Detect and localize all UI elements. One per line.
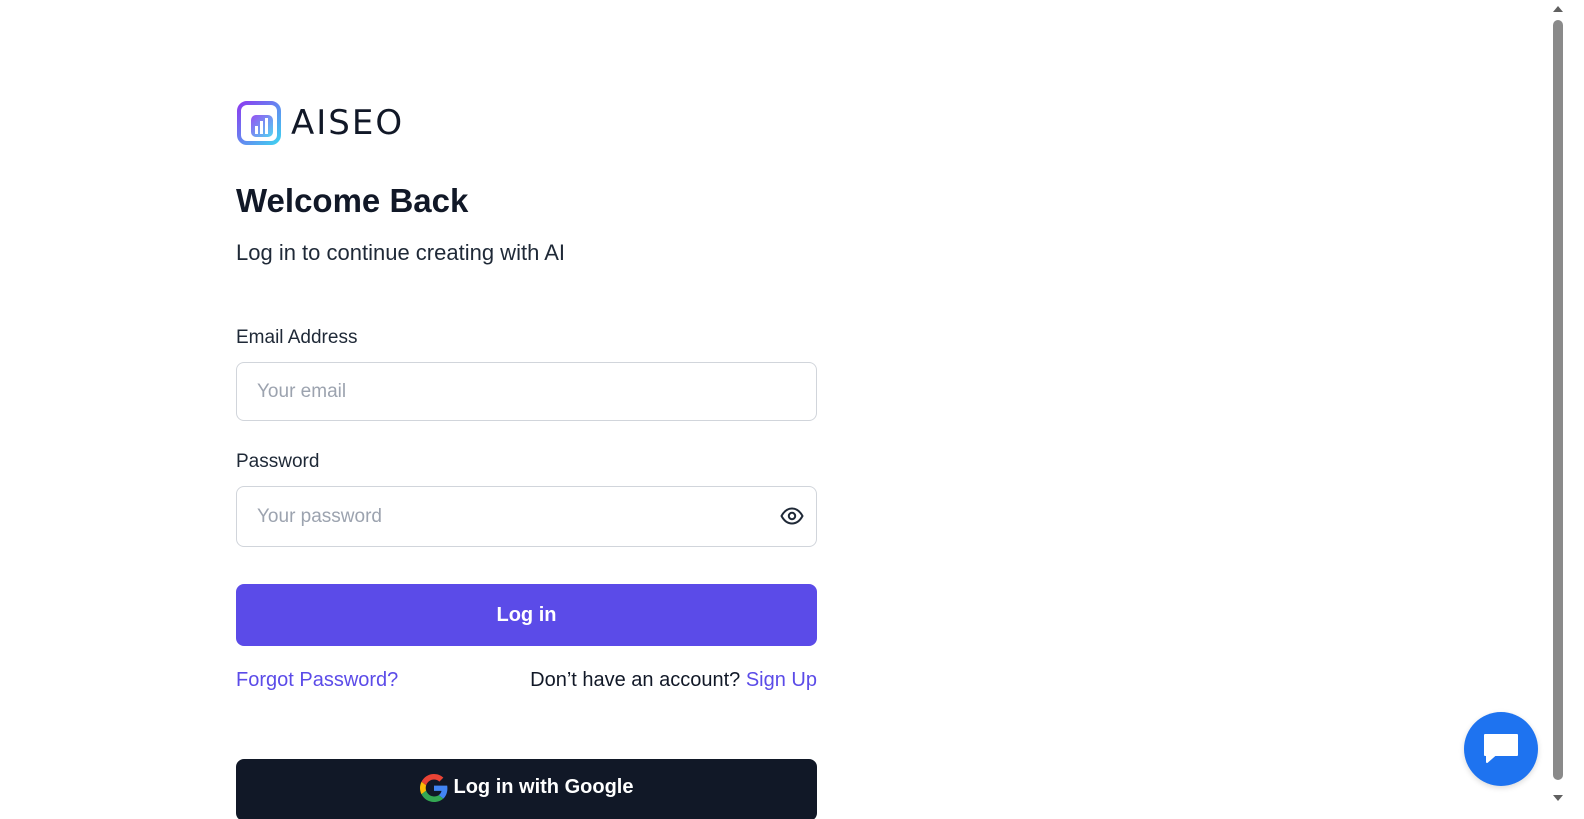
aiseo-logo-icon	[237, 101, 281, 145]
sign-up-link[interactable]: Sign Up	[746, 669, 817, 691]
password-field[interactable]	[236, 486, 817, 547]
password-label: Password	[236, 451, 320, 472]
google-login-label: Log in with Google	[453, 776, 634, 798]
login-button[interactable]: Log in	[236, 584, 817, 646]
page-scrollbar[interactable]	[1550, 0, 1567, 819]
signup-prompt: Don’t have an account? Sign Up	[530, 669, 817, 692]
brand-logo[interactable]: AISEO	[236, 100, 404, 146]
no-account-text: Don’t have an account?	[530, 669, 741, 691]
page-title: Welcome Back	[236, 182, 469, 219]
chat-widget-button[interactable]	[1464, 712, 1538, 786]
google-icon	[419, 774, 447, 802]
login-page: AISEO Welcome Back Log in to continue cr…	[0, 0, 1584, 819]
eye-icon	[780, 507, 804, 525]
forgot-password-link[interactable]: Forgot Password?	[236, 669, 398, 692]
email-field[interactable]	[236, 362, 817, 421]
scrollbar-thumb[interactable]	[1553, 20, 1563, 780]
scroll-up-arrow-icon[interactable]	[1553, 6, 1563, 12]
google-login-button[interactable]: Log in with Google	[236, 759, 817, 819]
brand-name: AISEO	[291, 103, 405, 143]
chat-bubble-icon	[1484, 734, 1518, 763]
show-password-toggle[interactable]	[779, 504, 805, 528]
scroll-down-arrow-icon[interactable]	[1553, 795, 1563, 801]
email-label: Email Address	[236, 327, 358, 348]
page-subtitle: Log in to continue creating with AI	[236, 240, 565, 265]
